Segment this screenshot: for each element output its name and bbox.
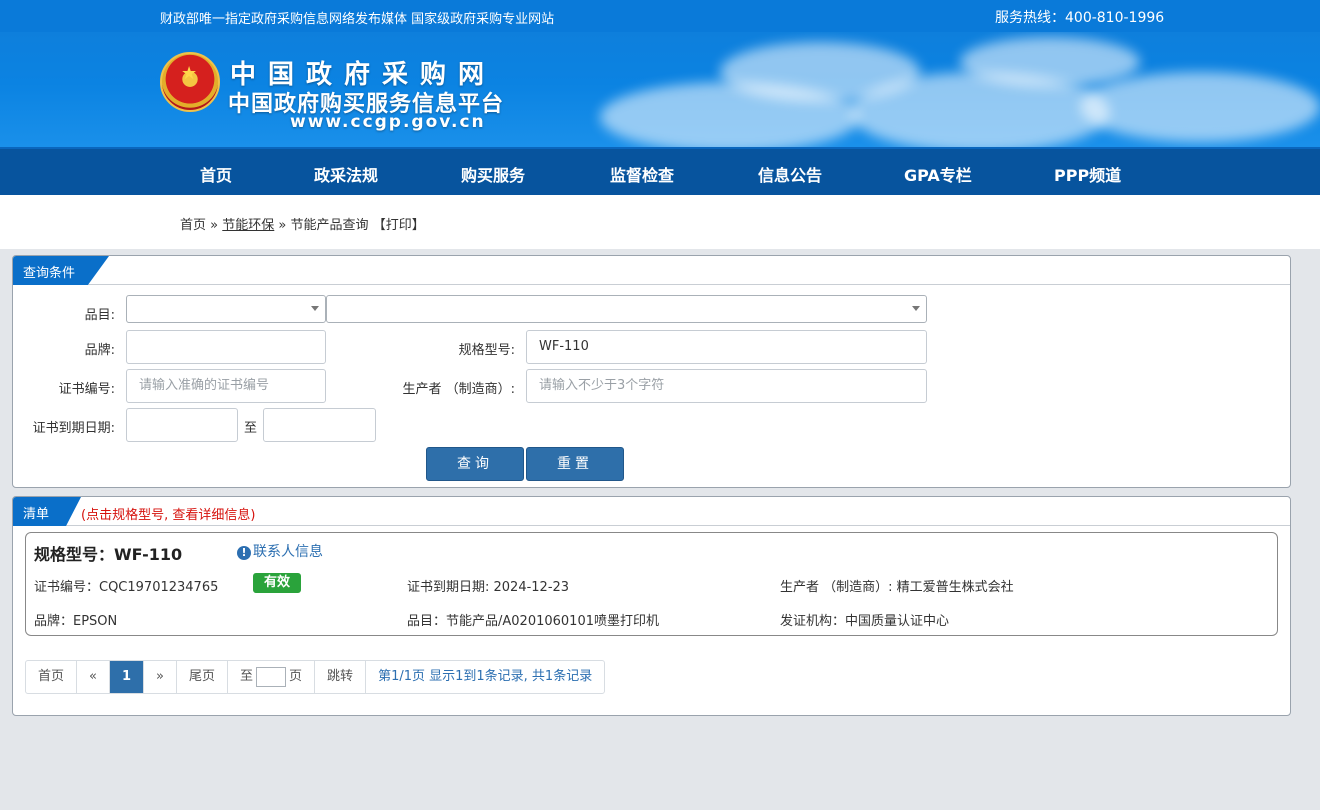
- breadcrumb-current: 节能产品查询: [290, 218, 369, 233]
- brand-input[interactable]: [126, 330, 326, 364]
- category-select-primary[interactable]: [126, 295, 326, 323]
- pagination-summary: 第1/1页 显示1到1条记录, 共1条记录: [378, 669, 593, 684]
- breadcrumb: 首页 » 节能环保 » 节能产品查询 【打印】: [180, 214, 425, 233]
- pagination-page-unit: 页: [289, 669, 303, 684]
- site-slogan: 财政部唯一指定政府采购信息网络发布媒体 国家级政府采购专业网站: [160, 12, 555, 27]
- category-value: 品目：节能产品/A0201060101喷墨打印机: [407, 614, 659, 629]
- search-button[interactable]: 查询: [426, 447, 524, 481]
- nav-item-regulations[interactable]: 政采法规: [314, 162, 378, 186]
- model-label: 规格型号:: [458, 343, 515, 358]
- cloud-decoration: [1080, 72, 1320, 142]
- breadcrumb-separator: »: [278, 218, 287, 233]
- pagination-last[interactable]: 尾页: [177, 661, 229, 693]
- service-hotline: 服务热线：400-810-1996: [995, 10, 1165, 26]
- chevron-down-icon: [311, 306, 319, 311]
- nav-item-supervision[interactable]: 监督检查: [610, 162, 674, 186]
- issuing-body-value: 发证机构：中国质量认证中心: [780, 614, 950, 629]
- manufacturer-label: 生产者 （制造商）:: [402, 382, 515, 397]
- expiry-to-input[interactable]: [263, 408, 376, 442]
- manufacturer-input[interactable]: 请输入不少于3个字符: [526, 369, 927, 403]
- breadcrumb-bar: 首页 » 节能环保 » 节能产品查询 【打印】: [0, 195, 1320, 249]
- contact-info-link[interactable]: ! 联系人信息: [237, 541, 323, 561]
- pagination-jump-group: 至页: [228, 661, 316, 693]
- print-link[interactable]: 【打印】: [373, 218, 425, 233]
- nav-item-purchase-services[interactable]: 购买服务: [461, 162, 525, 186]
- list-item: 规格型号：WF-110 ! 联系人信息 证书编号：CQC19701234765 有…: [25, 532, 1278, 636]
- date-range-to-label: 至: [244, 421, 258, 436]
- brand-value: 品牌：EPSON: [34, 614, 118, 629]
- nav-item-announcements[interactable]: 信息公告: [758, 162, 822, 186]
- main-nav: 首页 政采法规 购买服务 监督检查 信息公告 GPA专栏 PPP频道: [0, 147, 1320, 195]
- category-select-secondary[interactable]: [326, 295, 927, 323]
- site-banner: ★ 中国政府采购网 中国政府购买服务信息平台 www.ccgp.gov.cn: [0, 32, 1320, 147]
- breadcrumb-home[interactable]: 首页: [180, 218, 206, 233]
- query-panel-tab: 查询条件: [13, 256, 109, 285]
- pagination-first[interactable]: 首页: [26, 661, 78, 693]
- nav-item-gpa[interactable]: GPA专栏: [904, 162, 972, 186]
- status-badge: 有效: [253, 573, 301, 593]
- nav-item-home[interactable]: 首页: [200, 162, 232, 186]
- pagination-jump-button[interactable]: 跳转: [315, 661, 367, 693]
- result-list-header: 清单 (点击规格型号, 查看详细信息): [13, 497, 1290, 526]
- pagination-prev[interactable]: «: [77, 661, 110, 693]
- pagination-to-label: 至: [240, 669, 254, 684]
- page-jump-input[interactable]: [256, 666, 287, 687]
- pagination-current-page[interactable]: 1: [109, 661, 145, 693]
- result-list-tab: 清单: [13, 497, 81, 526]
- product-model-link[interactable]: 规格型号：WF-110: [34, 541, 182, 565]
- query-panel: 查询条件 品目: 品牌: 规格型号: WF-110 证书编号: 请输入准确的证书…: [12, 255, 1291, 488]
- reset-button[interactable]: 重置: [526, 447, 624, 481]
- national-emblem-icon: ★: [160, 52, 220, 112]
- top-strip: 财政部唯一指定政府采购信息网络发布媒体 国家级政府采购专业网站 服务热线：400…: [0, 0, 1320, 32]
- result-list-panel: 清单 (点击规格型号, 查看详细信息) 规格型号：WF-110 ! 联系人信息 证…: [12, 496, 1291, 716]
- nav-item-ppp[interactable]: PPP频道: [1054, 162, 1121, 186]
- breadcrumb-separator: »: [210, 218, 219, 233]
- expiry-date-label: 证书到期日期:: [32, 421, 115, 436]
- chevron-down-icon: [912, 306, 920, 311]
- query-panel-header: 查询条件: [13, 256, 1290, 285]
- cert-number-input[interactable]: 请输入准确的证书编号: [126, 369, 326, 403]
- result-list-hint: (点击规格型号, 查看详细信息): [81, 508, 256, 523]
- cert-number-label: 证书编号:: [58, 382, 115, 397]
- cloud-decoration: [960, 37, 1140, 87]
- cert-number-value: 证书编号：CQC19701234765: [34, 580, 219, 595]
- category-label: 品目:: [84, 308, 115, 323]
- manufacturer-value: 生产者 （制造商）: 精工爱普生株式会社: [780, 580, 1014, 595]
- expiry-date-value: 证书到期日期: 2024-12-23: [407, 580, 570, 595]
- breadcrumb-section[interactable]: 节能环保: [222, 218, 274, 233]
- model-input[interactable]: WF-110: [526, 330, 927, 364]
- expiry-from-input[interactable]: [126, 408, 238, 442]
- pagination-next[interactable]: »: [144, 661, 177, 693]
- info-icon: !: [237, 546, 251, 560]
- logo-url: www.ccgp.gov.cn: [290, 112, 486, 132]
- pagination: 首页 « 1 » 尾页 至页 跳转 第1/1页 显示1到1条记录, 共1条记录: [25, 660, 606, 694]
- contact-info-label: 联系人信息: [253, 544, 323, 560]
- brand-label: 品牌:: [84, 343, 115, 358]
